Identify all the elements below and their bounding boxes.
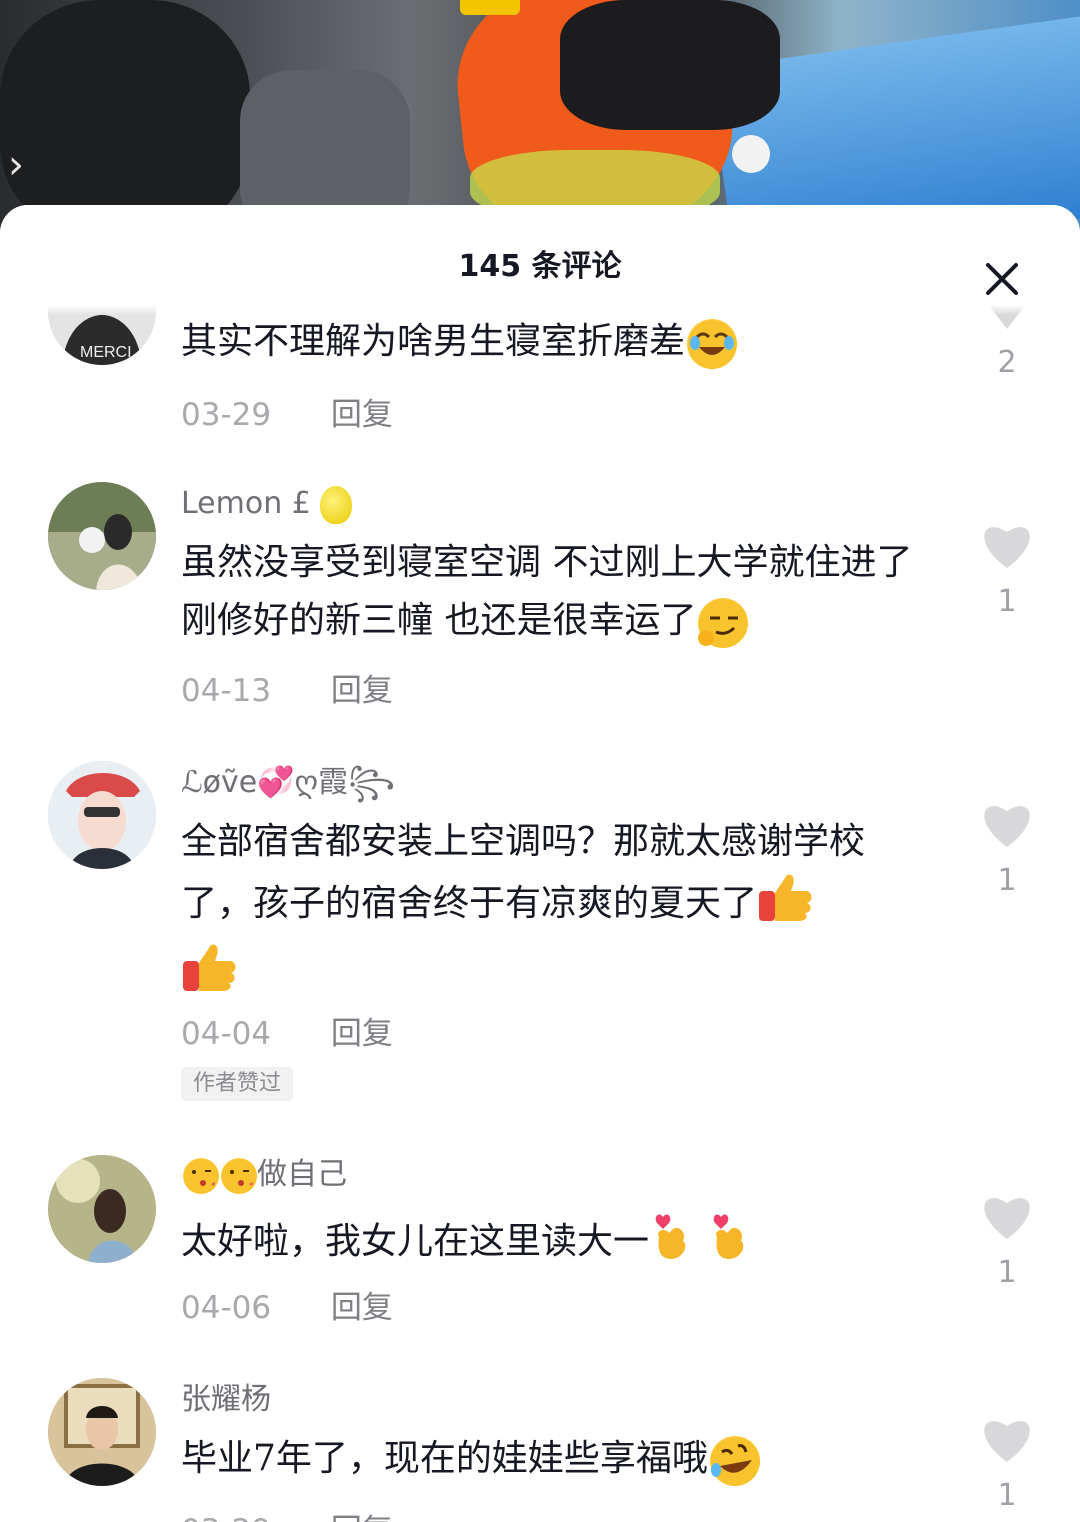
finger-heart-emoji-icon [707, 1207, 751, 1281]
video-frame-shape [560, 0, 780, 130]
reply-button[interactable]: 回复 [331, 673, 393, 709]
comment-username[interactable]: 做自己 [181, 1155, 347, 1195]
comment-meta: 03-29 回复 [181, 1505, 393, 1522]
like-count: 1 [997, 1255, 1017, 1290]
heart-icon [984, 1421, 1030, 1462]
finger-heart-emoji-icon [649, 1207, 693, 1281]
svg-text:MERCI: MERCI [80, 344, 132, 361]
thumbs-up-emoji-icon [757, 871, 813, 941]
lemon-emoji-icon [320, 485, 353, 524]
comment-text: 毕业7年了，现在的娃娃些享福哦 [181, 1430, 921, 1488]
video-frame-shape [0, 0, 250, 240]
rofl-emoji-icon [709, 1436, 760, 1486]
avatar[interactable] [48, 1378, 156, 1486]
heart-icon [984, 1198, 1030, 1239]
reply-button[interactable]: 回复 [331, 1513, 393, 1522]
close-button[interactable] [978, 255, 1026, 303]
comment-text: 其实不理解为啥男生寝室折磨差 [181, 313, 921, 371]
comment-meta: 04-04 回复 [181, 1008, 393, 1053]
like-count: 1 [997, 863, 1017, 898]
heart-icon [984, 806, 1030, 847]
list-fade [0, 305, 1080, 315]
comment-meta: 04-06 回复 [181, 1282, 393, 1327]
reply-button[interactable]: 回复 [331, 1290, 393, 1326]
reply-button[interactable]: 回复 [331, 1016, 393, 1052]
avatar[interactable] [48, 482, 156, 590]
comment-username[interactable]: Lemon £ [181, 484, 353, 524]
like-count: 1 [997, 1478, 1017, 1513]
comment-list[interactable]: MERCI 其实不理解为啥男生寝室折磨差 03-29 回复 2 Lemon £ … [0, 205, 1080, 1522]
comment-date: 04-04 [181, 1016, 272, 1052]
kiss-emoji-icon [183, 1157, 219, 1194]
video-frame-shape [732, 135, 770, 173]
like-button[interactable]: 1 [978, 520, 1036, 619]
video-frame-shape [460, 0, 520, 15]
comment-username[interactable]: ℒøṽe💞ღ霞꧂ [181, 763, 395, 803]
video-player[interactable]: › [0, 0, 1080, 240]
chevron-right-icon[interactable]: › [8, 140, 38, 190]
smirk-emoji-icon [698, 598, 749, 648]
reply-button[interactable]: 回复 [331, 397, 393, 433]
comment-count-title: 145 条评论 [458, 249, 622, 284]
like-button[interactable]: 1 [978, 799, 1036, 898]
like-count: 2 [997, 345, 1017, 380]
comment-text: 全部宿舍都安装上空调吗？那就太感谢学校了，孩子的宿舍终于有凉爽的夏天了 [181, 813, 921, 1011]
comment-text: 虽然没享受到寝室空调 不过刚上大学就住进了刚修好的新三幢 也还是很幸运了 [181, 534, 921, 650]
laughing-crying-emoji-icon [687, 319, 738, 369]
comment-text: 太好啦，我女儿在这里读大一 [181, 1207, 921, 1281]
comment-meta: 04-13 回复 [181, 665, 393, 710]
thumbs-up-emoji-icon [181, 941, 237, 1011]
like-count: 1 [997, 584, 1017, 619]
comment-username[interactable]: 张耀杨 [181, 1380, 271, 1420]
comment-date: 03-29 [181, 397, 272, 433]
kiss-emoji-icon [221, 1157, 257, 1194]
avatar[interactable] [48, 1155, 156, 1263]
like-button[interactable]: 1 [978, 1414, 1036, 1513]
comment-meta: 03-29 回复 [181, 389, 393, 434]
comments-sheet: MERCI 其实不理解为啥男生寝室折磨差 03-29 回复 2 Lemon £ … [0, 205, 1080, 1522]
avatar[interactable] [48, 761, 156, 869]
author-liked-badge: 作者赞过 [181, 1067, 294, 1101]
comment-date: 03-29 [181, 1513, 321, 1522]
like-button[interactable]: 1 [978, 1191, 1036, 1290]
heart-icon [984, 527, 1030, 568]
close-icon [986, 263, 1018, 295]
comment-date: 04-06 [181, 1290, 272, 1326]
comment-date: 04-13 [181, 673, 272, 709]
